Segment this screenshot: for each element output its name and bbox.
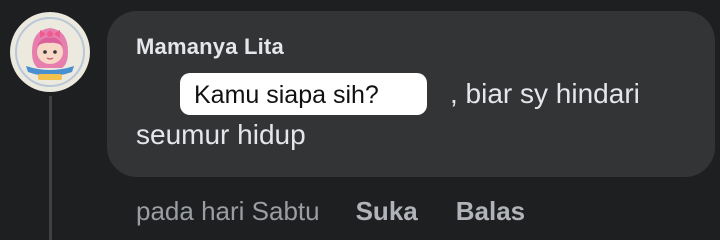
comment-thread: Mamanya Lita Kamu siapa sih? , biar sy h… <box>0 0 720 240</box>
thread-connector-line <box>49 96 52 240</box>
avatar[interactable] <box>10 12 90 92</box>
profile-avatar-icon <box>10 12 90 92</box>
comment-timestamp[interactable]: pada hari Sabtu <box>136 196 320 226</box>
comment-actions: pada hari Sabtu Suka Balas <box>136 196 525 227</box>
mention-text: Kamu siapa sih? <box>194 81 379 109</box>
comment-text-line-2: seumur hidup <box>136 119 306 150</box>
comment-author[interactable]: Mamanya Lita <box>136 34 284 60</box>
comment-text-line-1: , biar sy hindari <box>450 78 640 109</box>
like-button[interactable]: Suka <box>356 196 418 226</box>
reply-button[interactable]: Balas <box>456 196 525 226</box>
